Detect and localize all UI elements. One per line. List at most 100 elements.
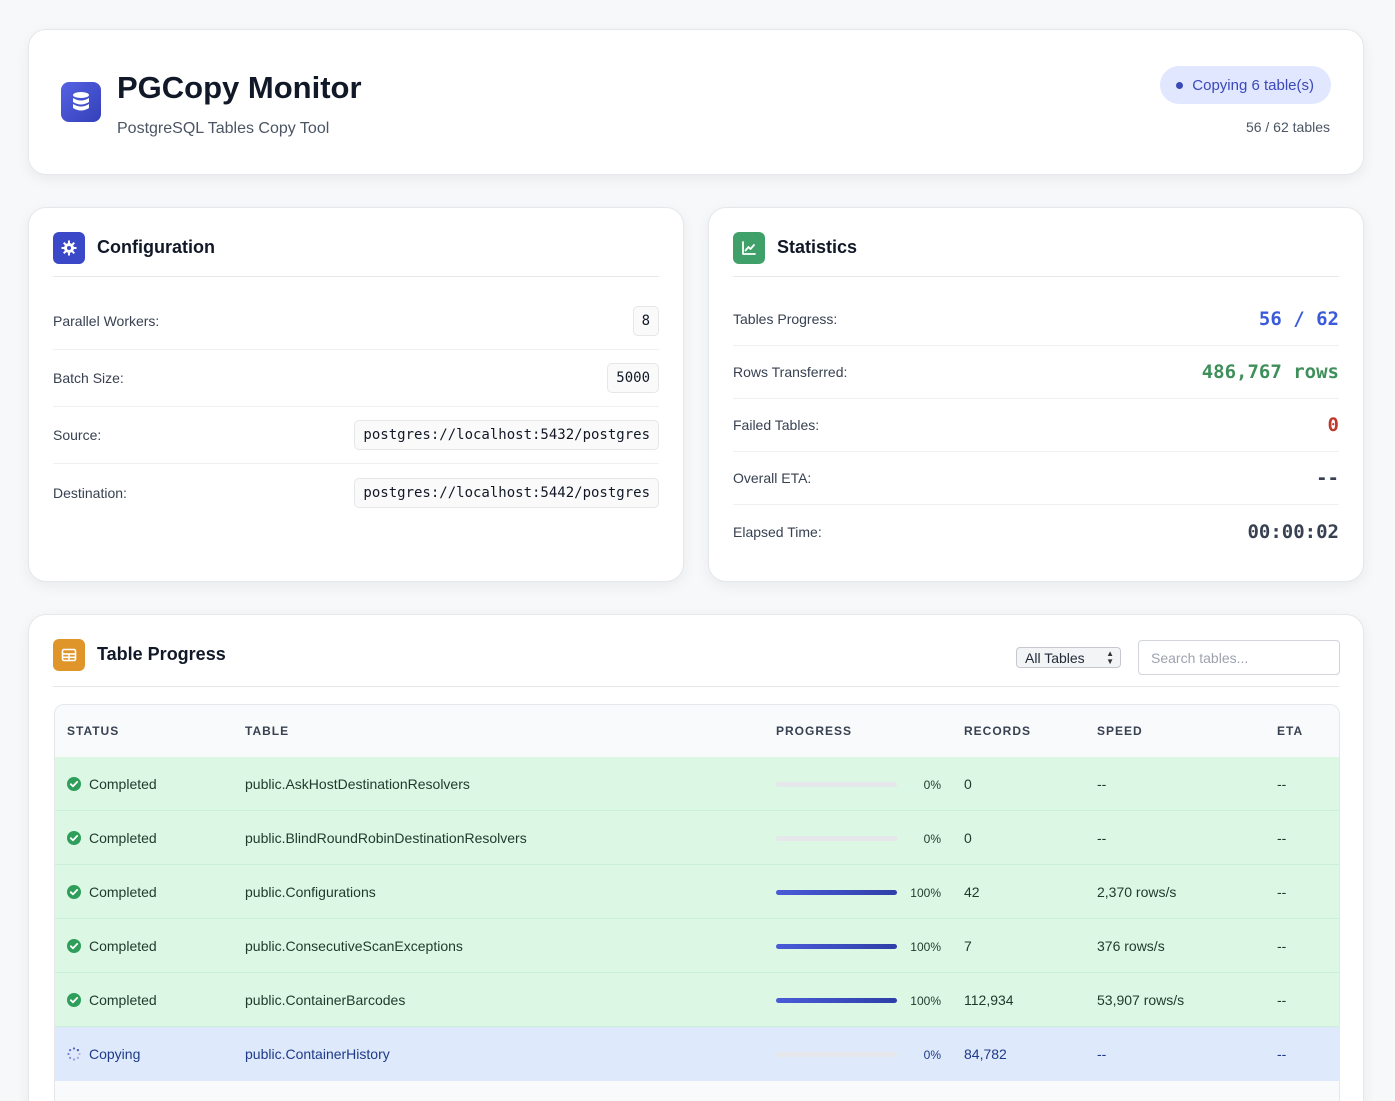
- stat-row-failed-tables: Failed Tables: 0: [733, 399, 1339, 452]
- table-row[interactable]: Completed public.BlindRoundRobinDestinati…: [55, 811, 1339, 865]
- progress-bar-fill: [776, 998, 897, 1003]
- eta-value: --: [1277, 938, 1287, 954]
- divider: [53, 686, 1339, 687]
- database-icon: [61, 82, 101, 122]
- table-progress-card: Table Progress All Tables ▲▼ STATUS TABL…: [28, 614, 1364, 1101]
- stat-row-overall-eta: Overall ETA: --: [733, 452, 1339, 505]
- check-circle-icon: [67, 993, 81, 1007]
- config-label: Parallel Workers:: [53, 312, 160, 329]
- status-label: Completed: [89, 776, 157, 792]
- eta-value: --: [1277, 830, 1287, 846]
- table-name: public.Configurations: [245, 884, 376, 900]
- config-label: Destination:: [53, 484, 127, 501]
- table-filter-value: All Tables: [1025, 649, 1085, 666]
- config-label: Batch Size:: [53, 370, 124, 386]
- divider: [733, 276, 1339, 277]
- table-row[interactable]: Copying public.ContainerHistory 0% 84,782 --…: [55, 1027, 1339, 1081]
- table-name: public.AskHostDestinationResolvers: [245, 776, 470, 792]
- select-arrows-icon: ▲ ▼: [1106, 649, 1114, 666]
- config-row-source: Source: postgres://localhost:5432/postgr…: [53, 407, 659, 464]
- stat-value: 0: [1327, 414, 1339, 436]
- records-count: 84,782: [964, 1046, 1007, 1062]
- progress-percent: 100%: [910, 994, 941, 1008]
- stat-value: --: [1316, 467, 1339, 489]
- table-filter-select[interactable]: All Tables ▲ ▼: [1016, 647, 1121, 668]
- table-icon: [53, 639, 85, 671]
- progress-percent: 0%: [923, 778, 941, 792]
- table-row[interactable]: Completed public.AskHostDestinationResolv…: [55, 757, 1339, 811]
- status-badge-label: Copying 6 table(s): [1192, 76, 1314, 94]
- status-dot-icon: [1176, 82, 1184, 89]
- records-count: 0: [964, 776, 972, 792]
- progress-bar: [776, 998, 897, 1003]
- statistics-card: Statistics Tables Progress: 56 / 62 Rows…: [708, 207, 1364, 582]
- table-header: STATUS TABLE PROGRESS RECORDS SPEED ETA: [55, 705, 1339, 757]
- config-value: postgres://localhost:5442/postgres: [354, 477, 659, 508]
- status-label: Completed: [89, 938, 157, 954]
- status-badge: Copying 6 table(s): [1160, 66, 1331, 104]
- progress-percent: 100%: [910, 886, 941, 900]
- config-label: Source:: [53, 427, 102, 443]
- progress-bar: [776, 890, 897, 895]
- table-row[interactable]: Completed public.ContainerBarcodes 100% 112…: [55, 973, 1339, 1027]
- check-circle-icon: [67, 939, 81, 953]
- eta-value: --: [1277, 1046, 1287, 1062]
- divider: [53, 276, 659, 277]
- progress-percent: 0%: [923, 832, 941, 846]
- records-count: 42: [964, 884, 980, 900]
- speed-value: 376 rows/s: [1097, 938, 1165, 954]
- table-name: public.ContainerBarcodes: [245, 992, 406, 1008]
- records-count: 7: [964, 938, 972, 954]
- table-row[interactable]: Completed public.ConsecutiveScanException…: [55, 919, 1339, 973]
- stat-label: Rows Transferred:: [733, 364, 848, 380]
- column-header-records[interactable]: RECORDS: [964, 724, 1031, 738]
- table-count: 56 / 62 tables: [1245, 119, 1330, 135]
- stat-row-elapsed-time: Elapsed Time: 00:00:02: [733, 505, 1339, 558]
- table-name: public.ConsecutiveScanExceptions: [245, 938, 463, 954]
- stat-row-rows-transferred: Rows Transferred: 486,767 rows: [733, 346, 1339, 399]
- records-count: 0: [964, 830, 972, 846]
- search-tables-input[interactable]: [1138, 640, 1340, 675]
- table-name: public.BlindRoundRobinDestinationResolve…: [245, 830, 527, 846]
- progress-bar: [776, 836, 897, 841]
- progress-bar: [776, 782, 897, 787]
- column-header-progress[interactable]: PROGRESS: [776, 724, 852, 738]
- config-row-destination: Destination: postgres://localhost:5442/p…: [53, 464, 659, 521]
- table-name: public.ContainerHistory: [245, 1046, 390, 1062]
- stat-label: Elapsed Time:: [733, 523, 822, 540]
- status-label: Copying: [89, 1046, 141, 1062]
- config-row-workers: Parallel Workers: 8: [53, 292, 659, 350]
- stat-value: 486,767 rows: [1201, 361, 1339, 383]
- check-circle-icon: [67, 885, 81, 899]
- column-header-speed[interactable]: SPEED: [1097, 724, 1143, 738]
- progress-bar: [776, 1052, 897, 1057]
- column-header-eta[interactable]: ETA: [1277, 724, 1303, 738]
- table-row[interactable]: Completed public.Configurations 100% 42 2,37…: [55, 865, 1339, 919]
- header-card: PGCopy Monitor PostgreSQL Tables Copy To…: [28, 29, 1364, 175]
- configuration-title: Configuration: [97, 237, 215, 257]
- speed-value: --: [1097, 1046, 1107, 1062]
- speed-value: --: [1097, 776, 1107, 792]
- eta-value: --: [1277, 992, 1287, 1008]
- progress-table: STATUS TABLE PROGRESS RECORDS SPEED ETA …: [54, 704, 1340, 1101]
- column-header-table[interactable]: TABLE: [245, 724, 289, 738]
- progress-bar-fill: [776, 944, 897, 949]
- gear-icon: [53, 232, 85, 264]
- app-subtitle: PostgreSQL Tables Copy Tool: [117, 120, 330, 137]
- table-progress-title: Table Progress: [97, 644, 226, 664]
- eta-value: --: [1277, 884, 1287, 900]
- configuration-card: Configuration Parallel Workers: 8 Batch …: [28, 207, 684, 582]
- config-value: 8: [632, 305, 659, 336]
- check-circle-icon: [67, 831, 81, 845]
- config-value: postgres://localhost:5432/postgres: [354, 420, 659, 450]
- records-count: 112,934: [964, 992, 1014, 1008]
- stat-value: 56 / 62: [1258, 307, 1339, 330]
- stat-value: 00:00:02: [1247, 520, 1339, 543]
- status-label: Completed: [89, 992, 157, 1008]
- column-header-status[interactable]: STATUS: [67, 724, 119, 738]
- spinner-icon: [67, 1047, 81, 1061]
- app-title: PGCopy Monitor: [117, 70, 362, 105]
- progress-bar: [776, 944, 897, 949]
- eta-value: --: [1277, 776, 1287, 792]
- speed-value: 2,370 rows/s: [1097, 884, 1177, 900]
